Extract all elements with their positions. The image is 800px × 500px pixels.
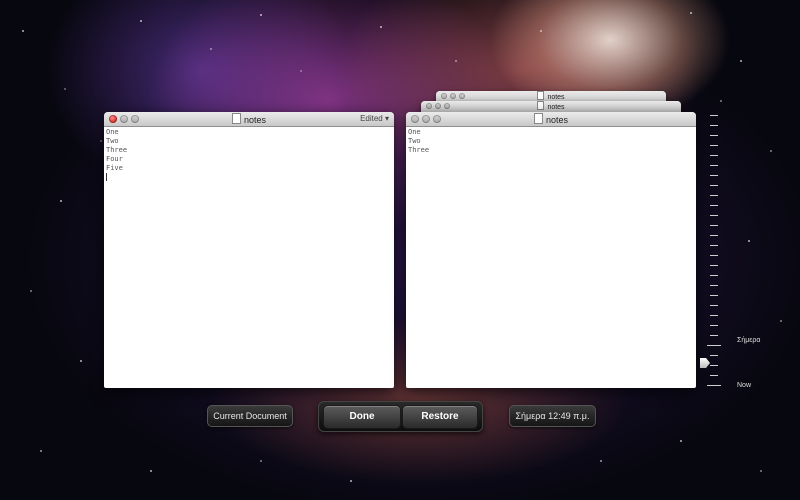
timeline-tick[interactable] — [710, 225, 718, 226]
text-line: Five — [106, 164, 123, 172]
current-document-label[interactable]: Current Document — [207, 405, 293, 427]
text-line: One — [106, 128, 119, 136]
timeline-tick[interactable] — [710, 205, 718, 206]
window-title-text: notes — [545, 115, 569, 125]
timeline-tick[interactable] — [710, 185, 718, 186]
timeline-tick[interactable] — [710, 175, 718, 176]
timeline-tick[interactable] — [707, 385, 721, 386]
done-restore-button-group: Done Restore — [318, 401, 483, 432]
timeline-tick[interactable] — [710, 245, 718, 246]
timeline-tick[interactable] — [710, 255, 718, 256]
timeline-tick[interactable] — [710, 215, 718, 216]
window-title-text: notes — [243, 115, 267, 125]
snapshot-date-text: Σήμερα 12:49 π.μ. — [515, 411, 590, 421]
timeline-tick[interactable] — [707, 345, 721, 346]
snapshot-date-label: Σήμερα 12:49 π.μ. — [509, 405, 596, 427]
timeline-tick[interactable] — [710, 125, 718, 126]
restore-button[interactable]: Restore — [402, 405, 478, 429]
timeline-label-now[interactable]: Now — [737, 382, 751, 389]
timeline-position-marker-icon[interactable] — [700, 358, 710, 368]
chevron-down-icon: ▾ — [384, 114, 389, 123]
timeline-tick[interactable] — [710, 325, 718, 326]
snapshot-document-window[interactable]: notes One Two Three — [406, 112, 696, 388]
text-line: Three — [106, 146, 128, 154]
document-icon — [231, 113, 241, 124]
timeline-tick[interactable] — [710, 155, 718, 156]
timeline-tick[interactable] — [710, 335, 718, 336]
timeline-tick[interactable] — [710, 305, 718, 306]
window-title: notes — [104, 113, 394, 126]
done-button[interactable]: Done — [323, 405, 401, 429]
current-document-text: Current Document — [213, 411, 287, 421]
timeline-tick[interactable] — [710, 295, 718, 296]
timeline-tick[interactable] — [710, 165, 718, 166]
current-document-window[interactable]: notes Edited ▾ One Two Three Four Five — [104, 112, 394, 388]
timeline-tick[interactable] — [710, 275, 718, 276]
document-text-area[interactable]: One Two Three Four Five — [104, 127, 394, 182]
edited-status-menu[interactable]: Edited ▾ — [360, 113, 389, 125]
text-line: One — [408, 128, 421, 136]
window-titlebar[interactable]: notes Edited ▾ — [104, 112, 394, 127]
edited-status-text: Edited — [360, 114, 383, 123]
text-line: Two — [106, 137, 119, 145]
document-icon — [537, 101, 545, 110]
window-titlebar[interactable]: notes — [406, 112, 696, 127]
document-icon — [537, 91, 545, 100]
window-title: notes — [406, 113, 696, 126]
window-title-text: notes — [547, 94, 565, 101]
document-icon — [533, 113, 543, 124]
timeline-tick[interactable] — [710, 145, 718, 146]
text-line: Four — [106, 155, 123, 163]
timeline-tick[interactable] — [710, 135, 718, 136]
timeline-tick[interactable] — [710, 355, 718, 356]
window-title-text: notes — [547, 104, 565, 111]
timeline-tick[interactable] — [710, 285, 718, 286]
timeline-tick[interactable] — [710, 365, 718, 366]
timeline-tick[interactable] — [710, 115, 718, 116]
timeline-tick[interactable] — [710, 265, 718, 266]
text-cursor — [106, 173, 107, 181]
snapshot-text-area[interactable]: One Two Three — [406, 127, 696, 156]
timeline-tick[interactable] — [710, 235, 718, 236]
text-line: Three — [408, 146, 430, 154]
time-machine-timeline[interactable]: Σήμερα Now — [700, 110, 800, 400]
timeline-label-today[interactable]: Σήμερα — [737, 337, 760, 344]
timeline-tick[interactable] — [710, 375, 718, 376]
timeline-tick[interactable] — [710, 195, 718, 196]
timeline-tick[interactable] — [710, 315, 718, 316]
text-line: Two — [408, 137, 421, 145]
